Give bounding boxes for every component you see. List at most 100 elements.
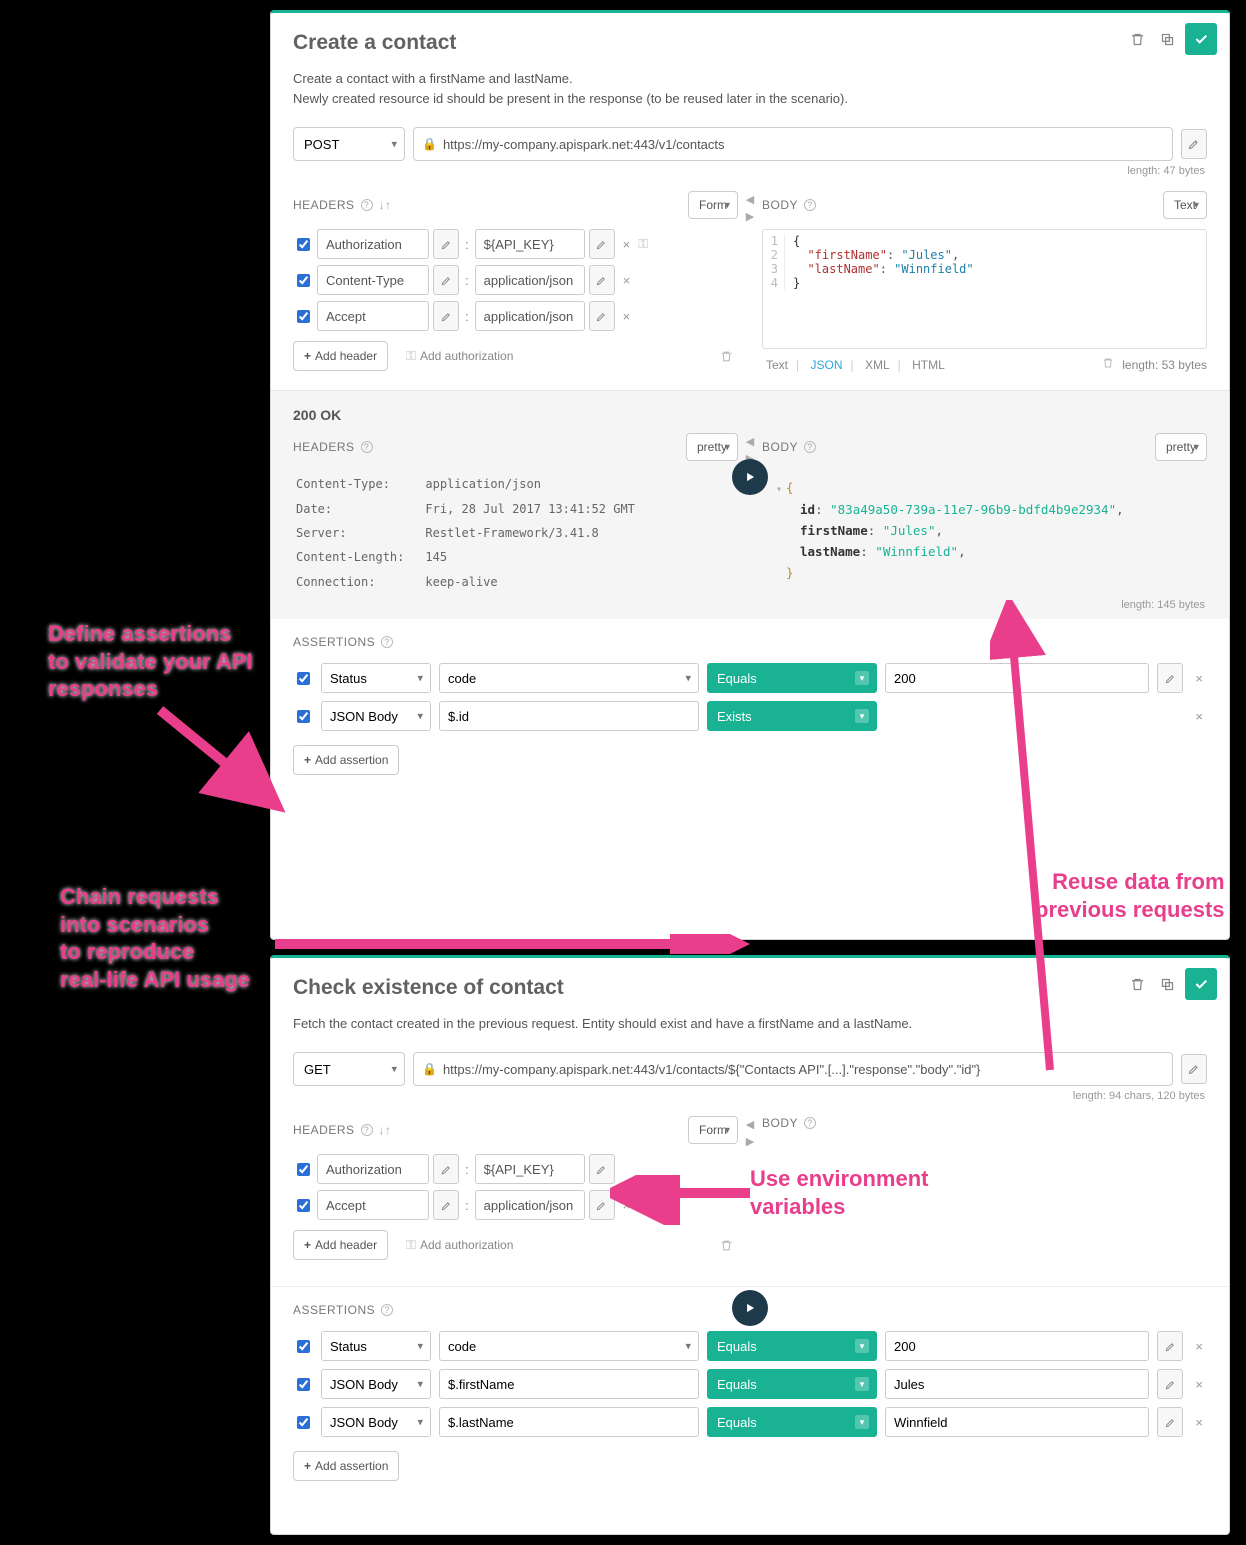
assertion-value-input[interactable] bbox=[885, 1407, 1149, 1437]
sort-icon[interactable]: ↓↑ bbox=[379, 1123, 392, 1137]
url-input[interactable]: 🔒 https://my-company.apispark.net:443/v1… bbox=[413, 1052, 1173, 1086]
header-enabled-checkbox[interactable] bbox=[297, 1163, 310, 1176]
url-length: length: 47 bytes bbox=[293, 161, 1207, 177]
assertion-source-select[interactable]: Status bbox=[321, 663, 431, 693]
assertion-path-select[interactable]: code bbox=[439, 663, 699, 693]
edit-icon[interactable] bbox=[1157, 663, 1183, 693]
add-assertion-button[interactable]: +Add assertion bbox=[293, 745, 399, 775]
add-header-button[interactable]: +Add header bbox=[293, 341, 388, 371]
panel-title: Create a contact bbox=[293, 31, 1207, 55]
edit-icon[interactable] bbox=[433, 301, 459, 331]
header-value-input[interactable] bbox=[475, 265, 585, 295]
trash-icon[interactable] bbox=[1125, 972, 1149, 996]
edit-icon[interactable] bbox=[433, 229, 459, 259]
assertion-enabled-checkbox[interactable] bbox=[297, 672, 310, 685]
edit-icon[interactable] bbox=[433, 1154, 459, 1184]
confirm-button[interactable] bbox=[1185, 968, 1217, 1000]
url-input[interactable]: 🔒 https://my-company.apispark.net:443/v1… bbox=[413, 127, 1173, 161]
edit-icon[interactable] bbox=[589, 229, 615, 259]
body-format-tabs[interactable]: Text| JSON| XML| HTML bbox=[762, 358, 949, 372]
edit-url-button[interactable] bbox=[1181, 129, 1207, 159]
header-value-input[interactable] bbox=[475, 229, 585, 259]
edit-icon[interactable] bbox=[589, 265, 615, 295]
assertion-op-select[interactable]: Equals bbox=[707, 1369, 877, 1399]
header-value-input[interactable] bbox=[475, 1190, 585, 1220]
remove-assertion-icon[interactable]: × bbox=[1191, 1415, 1207, 1430]
header-name-input[interactable] bbox=[317, 1154, 429, 1184]
callout-assertions: Define assertions to validate your API r… bbox=[48, 620, 253, 703]
body-editor[interactable]: 1{ 2 "firstName": "Jules", 3 "lastName":… bbox=[762, 229, 1207, 349]
add-header-button[interactable]: +Add header bbox=[293, 1230, 388, 1260]
assertion-op-select[interactable]: Equals bbox=[707, 663, 877, 693]
header-name-input[interactable] bbox=[317, 1190, 429, 1220]
resp-body-mode[interactable]: pretty bbox=[1155, 433, 1207, 461]
assertion-source-select[interactable]: JSON Body bbox=[321, 1369, 431, 1399]
remove-header-icon[interactable]: × bbox=[619, 309, 635, 324]
assertion-enabled-checkbox[interactable] bbox=[297, 1378, 310, 1391]
header-name-input[interactable] bbox=[317, 301, 429, 331]
header-enabled-checkbox[interactable] bbox=[297, 1199, 310, 1212]
assertion-op-select[interactable]: Exists bbox=[707, 701, 877, 731]
edit-icon[interactable] bbox=[589, 1190, 615, 1220]
edit-icon[interactable] bbox=[589, 1154, 615, 1184]
edit-icon[interactable] bbox=[433, 265, 459, 295]
header-enabled-checkbox[interactable] bbox=[297, 238, 310, 251]
edit-icon[interactable] bbox=[1157, 1331, 1183, 1361]
assertion-enabled-checkbox[interactable] bbox=[297, 1416, 310, 1429]
header-value-input[interactable] bbox=[475, 1154, 585, 1184]
trash-icon[interactable] bbox=[1125, 27, 1149, 51]
copy-icon[interactable] bbox=[1155, 972, 1179, 996]
assertion-source-select[interactable]: JSON Body bbox=[321, 701, 431, 731]
confirm-button[interactable] bbox=[1185, 23, 1217, 55]
body-mode-select[interactable]: Text bbox=[1163, 191, 1207, 219]
trash-icon[interactable] bbox=[714, 1233, 738, 1257]
add-authorization-link[interactable]: ⚿Add authorization bbox=[398, 348, 521, 364]
assertion-value-input[interactable] bbox=[885, 1369, 1149, 1399]
assertion-path-input[interactable] bbox=[439, 1369, 699, 1399]
assertion-value-input[interactable] bbox=[885, 1331, 1149, 1361]
edit-icon[interactable] bbox=[433, 1190, 459, 1220]
resp-headers-mode[interactable]: pretty bbox=[686, 433, 738, 461]
info-icon: ? bbox=[804, 199, 816, 211]
column-collapse[interactable]: ◀▶ bbox=[738, 433, 762, 595]
headers-mode-select[interactable]: Form bbox=[688, 1116, 738, 1144]
header-enabled-checkbox[interactable] bbox=[297, 274, 310, 287]
header-name-input[interactable] bbox=[317, 229, 429, 259]
remove-assertion-icon[interactable]: × bbox=[1191, 671, 1207, 686]
header-value-input[interactable] bbox=[475, 301, 585, 331]
assertion-source-select[interactable]: Status bbox=[321, 1331, 431, 1361]
header-name-input[interactable] bbox=[317, 265, 429, 295]
run-button[interactable] bbox=[732, 1290, 768, 1326]
add-assertion-button[interactable]: +Add assertion bbox=[293, 1451, 399, 1481]
assertion-enabled-checkbox[interactable] bbox=[297, 1340, 310, 1353]
edit-url-button[interactable] bbox=[1181, 1054, 1207, 1084]
http-method-select[interactable]: POST bbox=[293, 127, 405, 161]
remove-assertion-icon[interactable]: × bbox=[1191, 709, 1207, 724]
sort-icon[interactable]: ↓↑ bbox=[379, 198, 392, 212]
header-enabled-checkbox[interactable] bbox=[297, 310, 310, 323]
trash-icon[interactable] bbox=[1102, 357, 1114, 372]
assertion-enabled-checkbox[interactable] bbox=[297, 710, 310, 723]
headers-mode-select[interactable]: Form bbox=[688, 191, 738, 219]
assertion-path-input[interactable] bbox=[439, 701, 699, 731]
copy-icon[interactable] bbox=[1155, 27, 1179, 51]
remove-header-icon[interactable]: × bbox=[619, 237, 635, 252]
assertion-path-select[interactable]: code bbox=[439, 1331, 699, 1361]
remove-header-icon[interactable]: × bbox=[619, 1198, 635, 1213]
assertion-op-select[interactable]: Equals bbox=[707, 1331, 877, 1361]
remove-header-icon[interactable]: × bbox=[619, 273, 635, 288]
trash-icon[interactable] bbox=[714, 344, 738, 368]
edit-icon[interactable] bbox=[1157, 1369, 1183, 1399]
remove-assertion-icon[interactable]: × bbox=[1191, 1377, 1207, 1392]
assertion-path-input[interactable] bbox=[439, 1407, 699, 1437]
run-button[interactable] bbox=[732, 459, 768, 495]
remove-assertion-icon[interactable]: × bbox=[1191, 1339, 1207, 1354]
assertion-op-select[interactable]: Equals bbox=[707, 1407, 877, 1437]
edit-icon[interactable] bbox=[589, 301, 615, 331]
http-method-select[interactable]: GET bbox=[293, 1052, 405, 1086]
edit-icon[interactable] bbox=[1157, 1407, 1183, 1437]
assertion-value-input[interactable] bbox=[885, 663, 1149, 693]
assertion-source-select[interactable]: JSON Body bbox=[321, 1407, 431, 1437]
column-collapse[interactable]: ◀▶ bbox=[738, 191, 762, 372]
add-authorization-link[interactable]: ⚿Add authorization bbox=[398, 1237, 521, 1253]
